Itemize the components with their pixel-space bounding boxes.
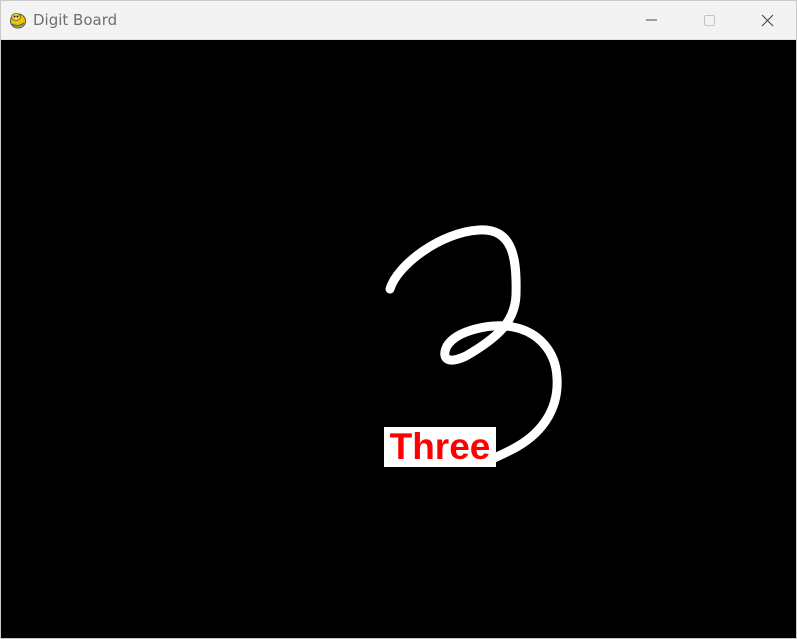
minimize-button[interactable] (622, 1, 680, 39)
drawing-canvas[interactable]: Three (1, 40, 796, 638)
maximize-button[interactable] (680, 1, 738, 39)
title-bar[interactable]: Digit Board (1, 1, 796, 40)
close-icon (761, 14, 774, 27)
maximize-icon (704, 15, 715, 26)
prediction-label: Three (384, 427, 496, 467)
window-title: Digit Board (33, 11, 118, 29)
app-window: Digit Board Three (0, 0, 797, 639)
minimize-icon (646, 19, 657, 21)
close-button[interactable] (738, 1, 796, 39)
pygame-snake-icon (8, 10, 28, 30)
digit-stroke (385, 225, 562, 465)
